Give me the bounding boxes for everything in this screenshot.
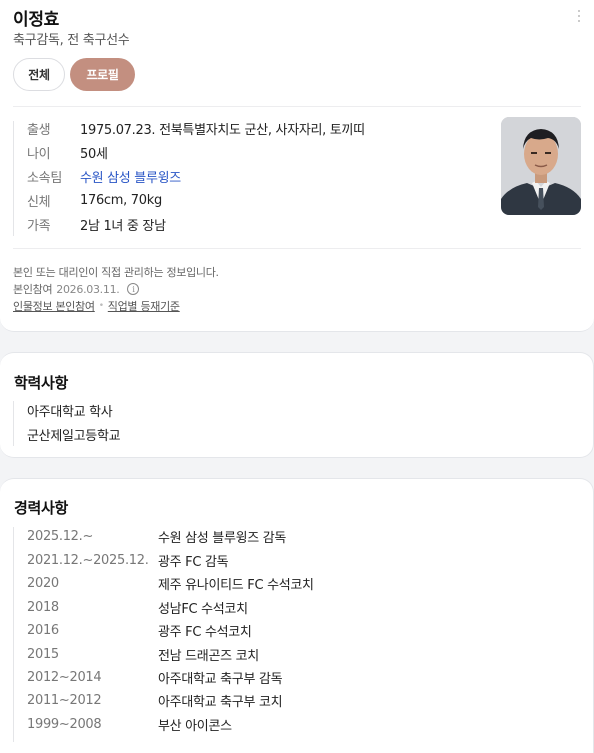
- career-card: 경력사항 2025.12.~ 수원 삼성 블루윙즈 감독 2021.12.~20…: [0, 478, 594, 753]
- info-accent-bar: [13, 121, 14, 236]
- education-accent-bar: [13, 401, 14, 446]
- tab-profile[interactable]: 프로필: [70, 58, 135, 91]
- info-row-body: 신체 176cm, 70kg: [27, 189, 162, 211]
- career-period: 2021.12.~2025.12.: [27, 552, 149, 568]
- career-period: 2016: [27, 622, 59, 638]
- person-portrait-image: [501, 117, 581, 215]
- info-row-age: 나이 50세: [27, 141, 108, 163]
- info-label: 신체: [27, 194, 51, 210]
- career-item: 2025.12.~ 수원 삼성 블루윙즈 감독: [27, 526, 286, 546]
- person-occupation: 축구감독, 전 축구선수: [13, 33, 130, 48]
- career-desc: 아주대학교 축구부 코치: [158, 694, 283, 710]
- info-label: 나이: [27, 146, 51, 162]
- career-period: 2011~2012: [27, 692, 102, 708]
- career-item: 2015 전남 드래곤즈 코치: [27, 644, 259, 664]
- career-item: 2021.12.~2025.12. 광주 FC 감독: [27, 550, 229, 570]
- tab-all[interactable]: 전체: [13, 58, 65, 91]
- career-item: 2020 제주 유나이티드 FC 수석코치: [27, 573, 314, 593]
- career-desc: 광주 FC 수석코치: [158, 624, 252, 640]
- career-item: 2018 성남FC 수석코치: [27, 597, 248, 617]
- info-value: 1975.07.23. 전북특별자치도 군산, 사자자리, 토끼띠: [80, 122, 365, 138]
- career-desc: 부산 아이콘스: [158, 718, 232, 734]
- career-period: 2025.12.~: [27, 528, 94, 544]
- career-item: 2011~2012 아주대학교 축구부 코치: [27, 690, 283, 710]
- career-desc: 전남 드래곤즈 코치: [158, 648, 259, 664]
- info-value: 50세: [80, 146, 108, 162]
- info-icon[interactable]: i: [127, 283, 140, 295]
- career-period: 2018: [27, 599, 59, 615]
- career-title: 경력사항: [14, 499, 69, 517]
- career-item: 1999~2008 부산 아이콘스: [27, 714, 232, 734]
- more-options-icon[interactable]: [574, 8, 584, 24]
- person-name: 이정효: [13, 10, 60, 30]
- managed-info-notice: 본인 또는 대리인이 직접 관리하는 정보입니다.: [13, 266, 219, 279]
- info-row-family: 가족 2남 1녀 중 장남: [27, 213, 166, 235]
- education-item: 아주대학교 학사: [27, 405, 113, 420]
- career-desc: 성남FC 수석코치: [158, 601, 248, 617]
- participation-label: 본인참여: [13, 283, 53, 296]
- career-period: 2012~2014: [27, 669, 102, 685]
- separator-dot: •: [98, 301, 104, 311]
- info-value: 2남 1녀 중 장남: [80, 218, 166, 234]
- profile-photo[interactable]: [501, 117, 581, 215]
- profile-card: 이정효 축구감독, 전 축구선수 전체 프로필 출생 1975.07.23. 전…: [0, 0, 594, 332]
- listing-criteria-link[interactable]: 직업별 등재기준: [108, 298, 180, 314]
- career-period: 2020: [27, 575, 59, 591]
- participation-date-value: 2026.03.11.: [56, 282, 120, 296]
- team-link[interactable]: 수원 삼성 블루윙즈: [80, 167, 181, 186]
- info-value: 176cm, 70kg: [80, 192, 162, 208]
- career-desc: 제주 유나이티드 FC 수석코치: [158, 577, 314, 593]
- participation-date: 본인참여 2026.03.11. i: [13, 281, 140, 297]
- career-item: 2016 광주 FC 수석코치: [27, 620, 252, 640]
- divider: [13, 248, 581, 249]
- education-item: 군산제일고등학교: [27, 429, 121, 444]
- career-period: 1999~2008: [27, 716, 102, 732]
- career-desc: 광주 FC 감독: [158, 554, 229, 570]
- career-desc: 아주대학교 축구부 감독: [158, 671, 283, 687]
- self-participation-link[interactable]: 인물정보 본인참여: [13, 298, 95, 314]
- info-row-birth: 출생 1975.07.23. 전북특별자치도 군산, 사자자리, 토끼띠: [27, 117, 365, 139]
- education-card: 학력사항 아주대학교 학사 군산제일고등학교: [0, 352, 594, 458]
- info-row-team: 소속팀 수원 삼성 블루윙즈: [27, 165, 181, 187]
- career-accent-bar: [13, 527, 14, 742]
- info-label: 출생: [27, 122, 51, 138]
- education-title: 학력사항: [14, 374, 69, 392]
- career-period: 2015: [27, 646, 59, 662]
- info-label: 가족: [27, 218, 51, 234]
- divider: [13, 106, 581, 107]
- notice-links: 인물정보 본인참여 • 직업별 등재기준: [13, 298, 180, 314]
- career-item: 2012~2014 아주대학교 축구부 감독: [27, 667, 283, 687]
- info-label: 소속팀: [27, 170, 62, 186]
- career-desc: 수원 삼성 블루윙즈 감독: [158, 530, 287, 546]
